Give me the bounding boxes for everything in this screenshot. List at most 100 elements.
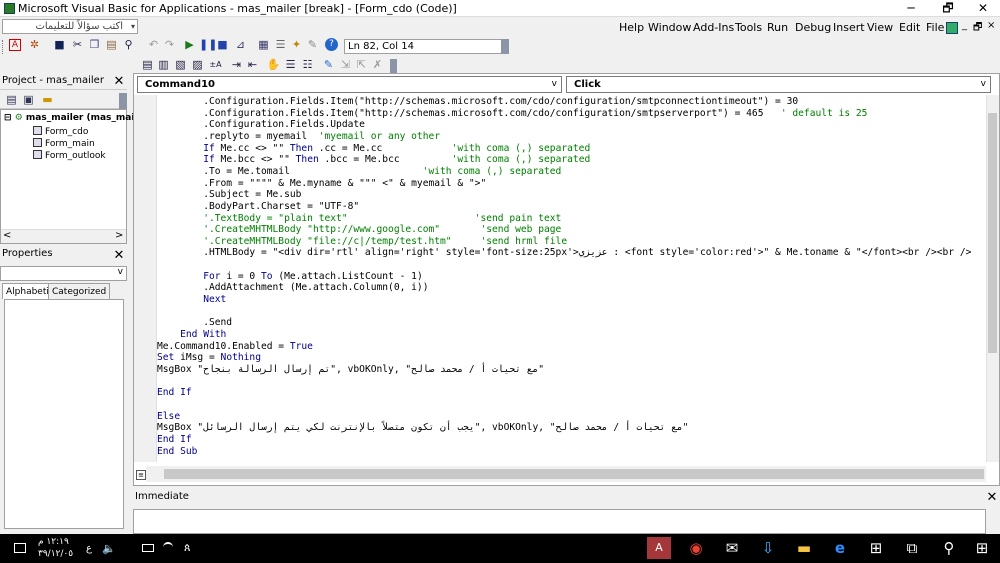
edit-toolbar-options-icon[interactable]: [390, 59, 397, 74]
immediate-close-button[interactable]: ✕: [985, 491, 999, 505]
scroll-left-arrow-icon[interactable]: <: [3, 230, 11, 241]
battery-icon[interactable]: [142, 544, 154, 552]
toolbar-options-icon[interactable]: [501, 39, 509, 54]
paste-icon[interactable]: ▤: [104, 37, 119, 52]
help-question-box[interactable]: اكتب سؤالاً للتعليمات ▾: [2, 19, 138, 34]
properties-close-button[interactable]: ✕: [112, 249, 126, 263]
search-icon[interactable]: ⚲: [937, 537, 961, 559]
properties-window-icon[interactable]: ☰: [273, 37, 288, 52]
margin-indicator-bar[interactable]: [134, 95, 157, 462]
windows-start-icon[interactable]: ⊞: [970, 537, 994, 559]
tree-item-form-main[interactable]: Form_main: [33, 138, 95, 149]
parameter-info-icon[interactable]: ▨: [190, 57, 205, 72]
input-language[interactable]: ع: [86, 543, 92, 554]
tree-root[interactable]: ⊟ ⚙ mas_mailer (mas_mai: [4, 113, 134, 123]
toolbox-icon[interactable]: ✎: [305, 37, 320, 52]
project-toolbar-grip[interactable]: [119, 93, 127, 109]
code-line[interactable]: .replyto = myemail 'myemail or any other: [157, 131, 440, 143]
edge-app-icon[interactable]: e: [828, 537, 852, 559]
scroll-right-arrow-icon[interactable]: >: [115, 230, 123, 241]
collapse-icon[interactable]: ⊟: [4, 113, 15, 123]
people-icon[interactable]: ጰ: [184, 541, 191, 555]
code-line[interactable]: .Subject = Me.sub: [157, 189, 301, 201]
volume-icon[interactable]: 🔈: [102, 542, 116, 555]
code-line[interactable]: .Send: [157, 317, 232, 329]
code-line[interactable]: .BodyPart.Charset = "UTF-8": [157, 201, 359, 213]
code-line[interactable]: '.TextBody = "plain text" 'send pain tex…: [157, 213, 561, 225]
toolbar-grip[interactable]: [2, 40, 5, 54]
chevron-down-icon[interactable]: v: [118, 267, 123, 277]
menu-view[interactable]: View: [867, 21, 893, 34]
menu-run[interactable]: Run: [767, 21, 788, 34]
access-view-icon[interactable]: A: [9, 39, 21, 51]
code-line[interactable]: For i = 0 To (Me.attach.ListCount - 1): [157, 271, 423, 283]
menu-edit[interactable]: Edit: [899, 21, 920, 34]
list-properties-icon[interactable]: ▤: [140, 57, 155, 72]
code-line[interactable]: MsgBox "تم إرسال الرسالة بنجاح", vbOKOnl…: [157, 364, 544, 376]
hscroll-thumb[interactable]: [164, 469, 984, 479]
properties-object-combo[interactable]: v: [0, 266, 127, 281]
next-bookmark-icon[interactable]: ⇲: [338, 57, 353, 72]
menu-file[interactable]: File: [926, 21, 944, 34]
code-line[interactable]: .HTMLBody = "<div dir='rtl' align='right…: [157, 247, 971, 259]
cut-icon[interactable]: ✂: [70, 37, 85, 52]
view-object-icon[interactable]: ▣: [21, 92, 36, 107]
code-line[interactable]: .Configuration.Fields.Item("http://schem…: [157, 96, 798, 108]
code-line[interactable]: Set iMsg = Nothing: [157, 352, 261, 364]
file-explorer-icon[interactable]: ▬: [792, 537, 816, 559]
code-line[interactable]: '.CreateMHTMLBody "http://www.google.com…: [157, 224, 561, 236]
download-app-icon[interactable]: ⇩: [756, 537, 780, 559]
menu-tools[interactable]: Tools: [735, 21, 762, 34]
procedure-view-icon[interactable]: ≡: [136, 470, 146, 480]
design-mode-icon[interactable]: ⊿: [233, 37, 248, 52]
toggle-bookmark-icon[interactable]: ✎: [321, 57, 336, 72]
reset-icon[interactable]: ■: [215, 37, 230, 52]
toggle-folders-icon[interactable]: ▬: [40, 92, 55, 107]
view-code-icon[interactable]: ▤: [4, 92, 19, 107]
indent-icon[interactable]: ⇥: [229, 57, 244, 72]
code-line[interactable]: .AddAttachment (Me.attach.Column(0, i)): [157, 282, 428, 294]
notification-icon[interactable]: [14, 543, 26, 553]
help-dropdown-arrow-icon[interactable]: ▾: [131, 20, 135, 33]
undo-icon[interactable]: ↶: [146, 37, 161, 52]
menu-add-ins[interactable]: Add-Ins: [693, 21, 734, 34]
clear-bookmarks-icon[interactable]: ✗: [370, 57, 385, 72]
code-line[interactable]: '.CreateMHTMLBody "file://c|/temp/test.h…: [157, 236, 567, 248]
mail-app-icon[interactable]: ✉: [720, 537, 744, 559]
network-icon[interactable]: [163, 542, 173, 552]
code-line[interactable]: .To = Me.tomail 'with coma (,) separated: [157, 166, 561, 178]
menu-window[interactable]: Window: [648, 21, 691, 34]
tree-item-form-cdo[interactable]: Form_cdo: [33, 126, 88, 137]
insert-userform-icon[interactable]: ✲: [27, 37, 42, 52]
project-explorer-icon[interactable]: ▦: [256, 37, 271, 52]
tree-item-form-outlook[interactable]: Form_outlook: [33, 150, 106, 161]
code-line[interactable]: Next: [157, 294, 226, 306]
copy-icon[interactable]: ❐: [87, 37, 102, 52]
object-combo[interactable]: Command10 v: [137, 76, 562, 93]
clock-date[interactable]: ٣٩/١٢/٠٥: [38, 549, 73, 559]
code-line[interactable]: End With: [157, 329, 226, 341]
menu-debug[interactable]: Debug: [795, 21, 831, 34]
clock-time[interactable]: ١٢:١٩ م: [38, 537, 69, 547]
chevron-down-icon[interactable]: v: [981, 77, 986, 92]
tab-categorized[interactable]: Categorized: [48, 283, 111, 299]
menu-help[interactable]: Help: [619, 21, 644, 34]
vscroll-thumb[interactable]: [988, 113, 997, 353]
immediate-window[interactable]: [133, 509, 986, 534]
access-app-icon[interactable]: A: [647, 537, 671, 559]
comment-block-icon[interactable]: ☰: [283, 57, 298, 72]
close-window-button[interactable]: ✕: [970, 0, 996, 17]
chrome-app-icon[interactable]: ◉: [684, 537, 708, 559]
find-icon[interactable]: ⚲: [121, 37, 136, 52]
code-line[interactable]: If Me.cc <> "" Then .cc = Me.cc 'with co…: [157, 143, 590, 155]
mdi-minimize-button[interactable]: _: [962, 20, 967, 31]
quick-info-icon[interactable]: ▧: [173, 57, 188, 72]
list-constants-icon[interactable]: ▥: [156, 57, 171, 72]
code-line[interactable]: End If: [157, 387, 192, 399]
code-line[interactable]: End Sub: [157, 446, 197, 458]
break-icon[interactable]: ❚❚: [199, 37, 217, 52]
code-line[interactable]: Me.Command10.Enabled = True: [157, 341, 313, 353]
code-line[interactable]: Else: [157, 411, 180, 423]
project-hscrollbar[interactable]: < >: [1, 229, 126, 243]
uncomment-block-icon[interactable]: ☷: [300, 57, 315, 72]
